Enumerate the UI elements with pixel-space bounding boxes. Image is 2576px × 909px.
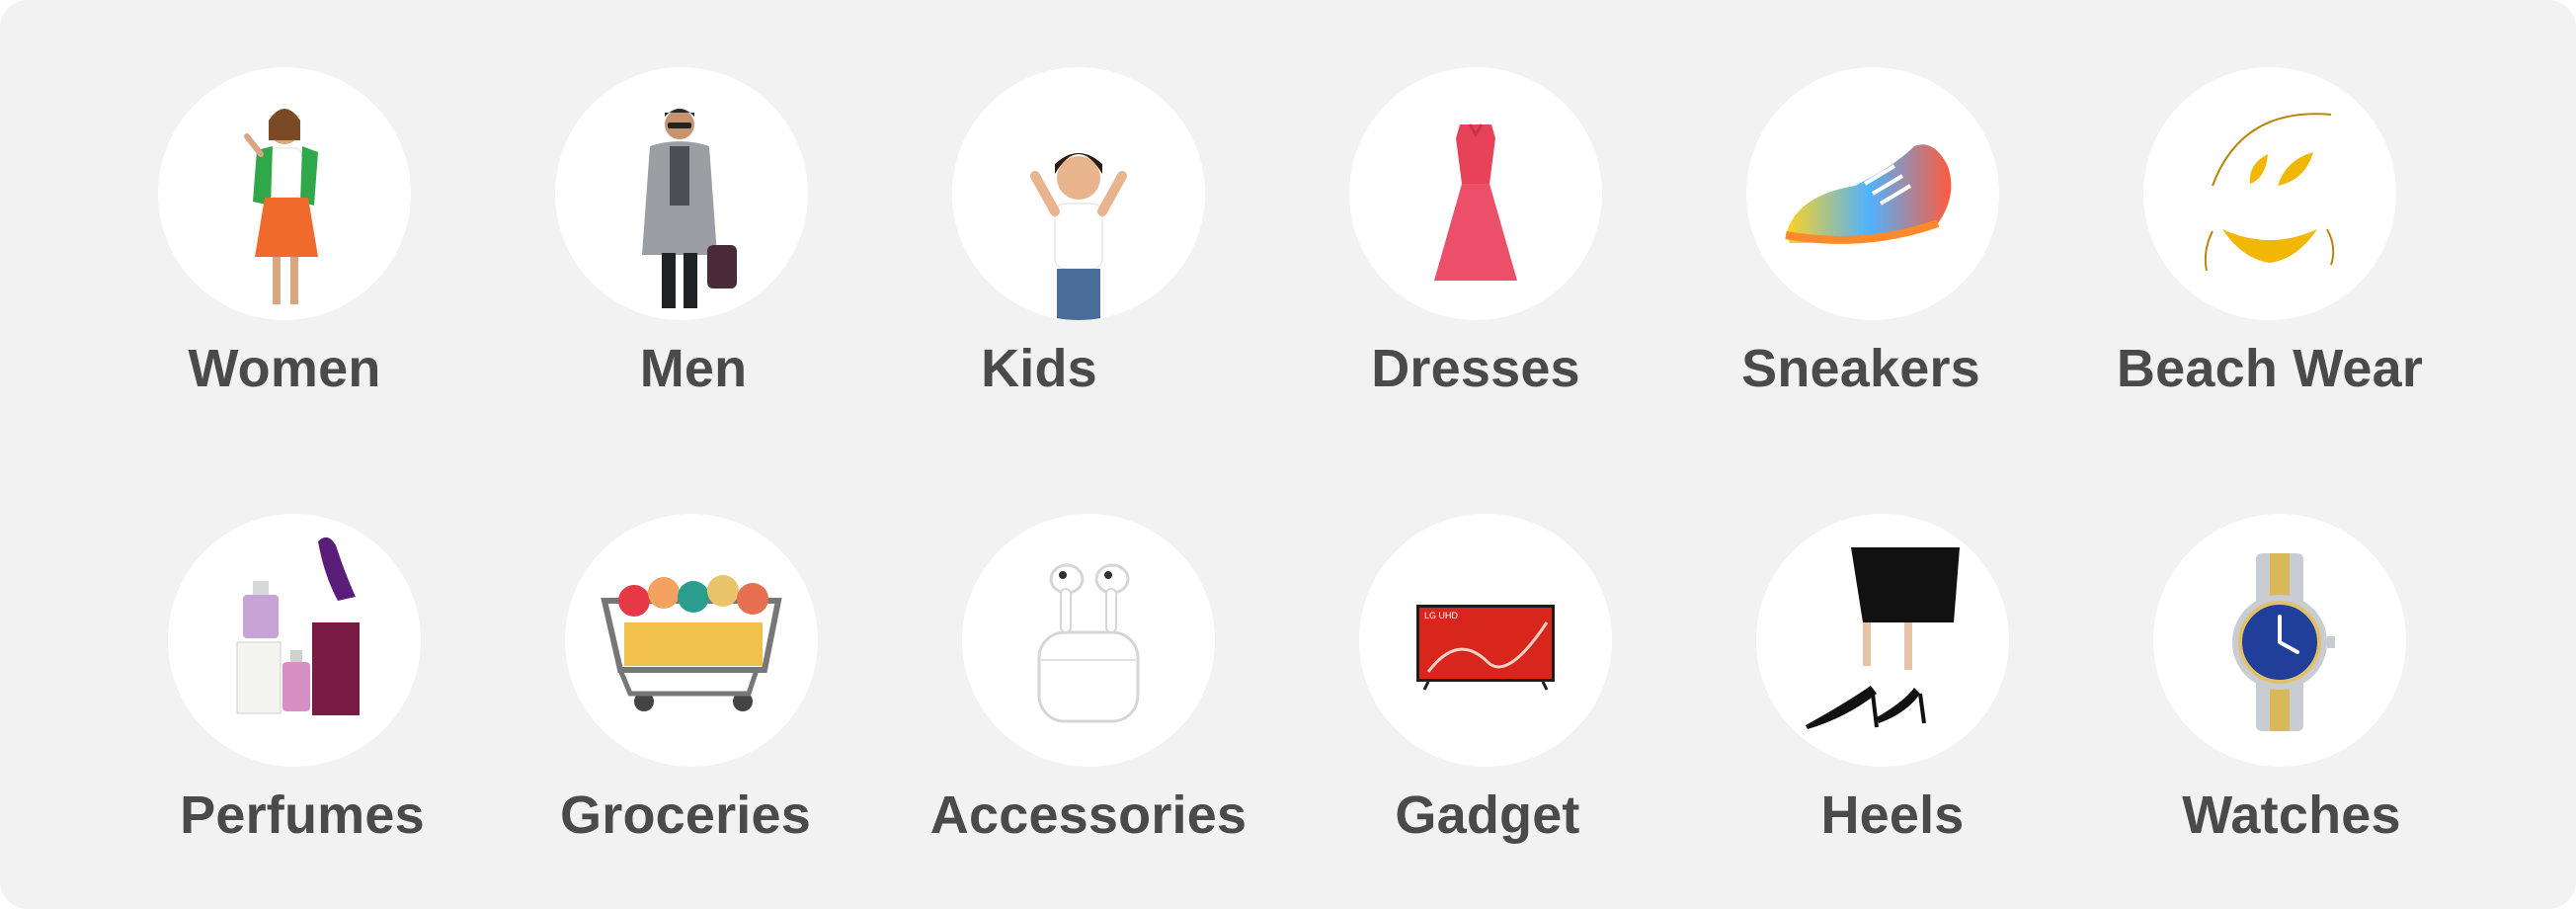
beach-wear-thumbnail (2143, 67, 2396, 320)
television-icon: LG UHD (1416, 605, 1555, 691)
heels-icon (1806, 547, 1960, 729)
shopping-cart-icon (601, 575, 782, 711)
category-watches[interactable]: Watches (2153, 447, 2509, 845)
women-thumbnail (158, 67, 411, 320)
category-label-accessories: Accessories (929, 785, 1248, 845)
category-gadget[interactable]: LG UHD Gadget (1359, 447, 1715, 845)
category-label-sneakers: Sneakers (1741, 339, 1980, 398)
woman-figure-icon (244, 109, 318, 304)
watches-thumbnail (2153, 514, 2406, 767)
category-label-gadget: Gadget (1395, 785, 1580, 845)
category-sneakers[interactable]: Sneakers (1741, 0, 2102, 398)
kid-figure-icon (1030, 153, 1127, 320)
dresses-thumbnail (1349, 67, 1602, 320)
category-label-men: Men (639, 339, 748, 398)
bikini-icon (2204, 113, 2335, 272)
category-groceries[interactable]: Groceries (560, 447, 921, 845)
category-men[interactable]: Men (555, 0, 911, 398)
gadget-thumbnail: LG UHD (1359, 514, 1612, 767)
category-label-women: Women (188, 339, 381, 398)
category-heels[interactable]: Heels (1756, 447, 2112, 845)
category-beach-wear[interactable]: Beach Wear (2117, 0, 2499, 398)
sneakers-thumbnail (1746, 67, 1999, 320)
dress-icon (1434, 124, 1517, 281)
man-figure-icon (642, 109, 737, 308)
category-dresses[interactable]: Dresses (1349, 0, 1705, 398)
groceries-thumbnail (565, 514, 818, 767)
category-label-heels: Heels (1820, 785, 1965, 845)
category-panel: Women Men Kids Dresses Sneakers Beach We… (0, 0, 2576, 909)
category-label-kids: Kids (981, 339, 1097, 398)
category-label-watches: Watches (2182, 785, 2401, 845)
sneaker-icon (1785, 144, 1952, 244)
category-label-groceries: Groceries (560, 785, 811, 845)
category-kids[interactable]: Kids (952, 0, 1308, 398)
men-thumbnail (555, 67, 808, 320)
accessories-thumbnail (962, 514, 1215, 767)
wristwatch-icon (2232, 553, 2335, 731)
category-label-perfumes: Perfumes (180, 785, 425, 845)
kids-thumbnail (952, 67, 1205, 320)
heels-thumbnail (1756, 514, 2009, 767)
category-perfumes[interactable]: Perfumes (168, 447, 523, 845)
perfumes-thumbnail (168, 514, 421, 767)
category-accessories[interactable]: Accessories (930, 447, 1318, 845)
earbuds-icon (1037, 563, 1140, 723)
category-label-beach-wear: Beach Wear (2116, 339, 2424, 398)
svg-text:LG UHD: LG UHD (1424, 611, 1459, 620)
category-women[interactable]: Women (158, 0, 514, 398)
category-label-dresses: Dresses (1371, 339, 1580, 398)
perfume-icon (236, 537, 360, 715)
